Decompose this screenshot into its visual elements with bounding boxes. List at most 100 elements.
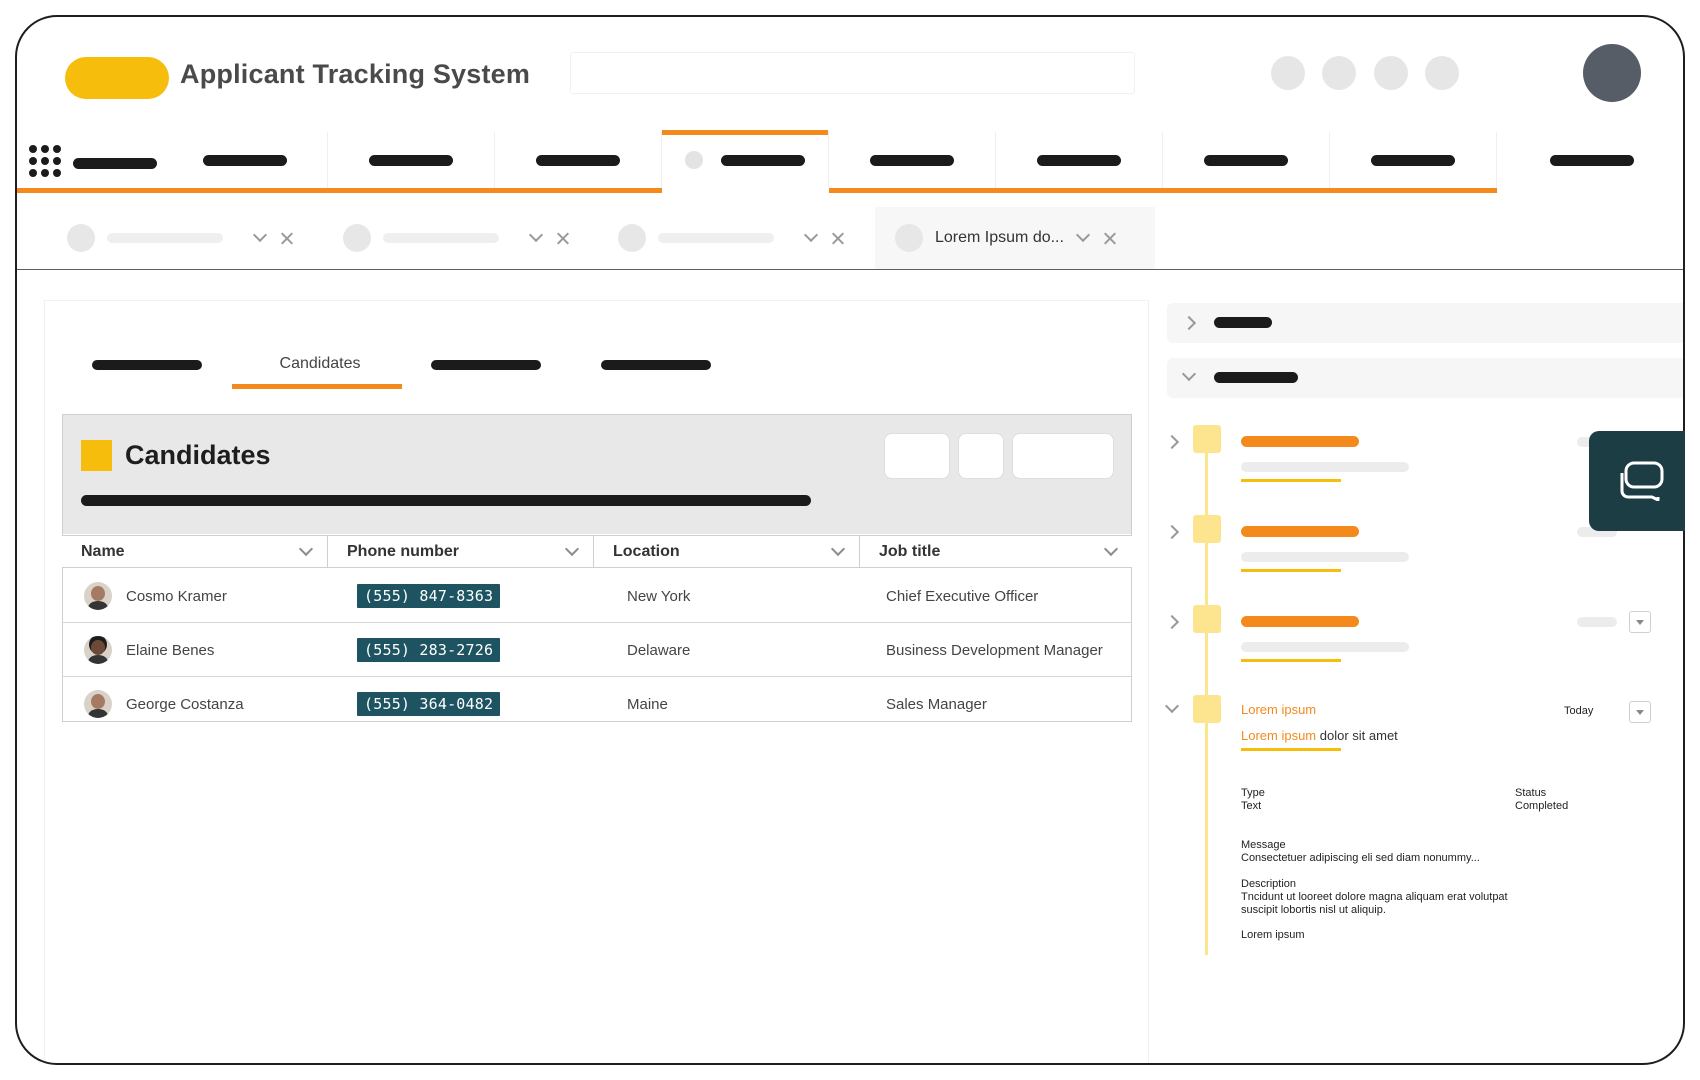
chevron-down-icon[interactable] (1164, 698, 1180, 714)
column-header-name[interactable]: Name (62, 535, 328, 568)
close-icon[interactable] (832, 232, 844, 244)
subtab-label: Lorem Ipsum do... (935, 229, 1064, 246)
nav-dot-icon (685, 151, 703, 169)
candidate-name[interactable]: George Costanza (126, 696, 244, 713)
job-title: Business Development Manager (886, 641, 1103, 659)
nav-item[interactable] (996, 132, 1163, 188)
timeline-entry-title[interactable]: Lorem ipsum (1241, 702, 1316, 717)
subtab-avatar (67, 224, 95, 252)
candidate-name[interactable]: Cosmo Kramer (126, 588, 227, 605)
nav-item[interactable] (495, 132, 662, 188)
search-input[interactable] (570, 52, 1135, 94)
table-row[interactable]: George Costanza (555) 364-0482 Maine Sal… (62, 677, 1132, 731)
header-action-icon[interactable] (1271, 56, 1305, 90)
timeline-node (1193, 515, 1221, 543)
nav-item-active[interactable] (662, 130, 829, 188)
divider (17, 269, 1683, 270)
candidates-subtitle (81, 495, 811, 506)
nav-underline (17, 188, 662, 193)
timeline-item-title[interactable] (1241, 436, 1359, 447)
subtab-avatar (895, 224, 923, 252)
nav-item[interactable] (829, 132, 996, 188)
close-icon[interactable] (1104, 232, 1116, 244)
job-title: Chief Executive Officer (886, 587, 1039, 605)
app-window: Applicant Tracking System Lorem Ipsum do… (15, 15, 1685, 1065)
table-row[interactable]: Elaine Benes (555) 283-2726 Delaware Bus… (62, 623, 1132, 677)
column-header-phone[interactable]: Phone number (328, 535, 594, 568)
logo[interactable] (65, 57, 169, 99)
column-header-job[interactable]: Job title (860, 535, 1132, 568)
panel-tab[interactable] (601, 360, 711, 370)
subtab-label (658, 233, 774, 243)
chevron-down-icon[interactable] (803, 227, 819, 243)
chevron-down-icon[interactable] (1181, 366, 1197, 382)
chevron-down-icon[interactable] (252, 227, 268, 243)
dropdown-toggle[interactable] (1629, 701, 1651, 723)
accordion-expanded[interactable] (1167, 358, 1683, 398)
accordion-collapsed[interactable] (1167, 303, 1683, 343)
field-type: Type Text (1241, 787, 1265, 812)
phone-number[interactable]: (555) 283-2726 (357, 638, 501, 662)
timeline-node (1193, 695, 1221, 723)
chevron-right-icon[interactable] (1164, 434, 1180, 450)
subtab[interactable] (343, 207, 613, 269)
chevron-right-icon[interactable] (1164, 614, 1180, 630)
phone-number[interactable]: (555) 364-0482 (357, 692, 501, 716)
timeline-item-title[interactable] (1241, 526, 1359, 537)
timeline-entry-subtitle: Lorem ipsum dolor sit amet (1241, 728, 1398, 743)
app-title: Applicant Tracking System (180, 59, 531, 89)
candidates-icon (81, 440, 112, 471)
column-header-location[interactable]: Location (594, 535, 860, 568)
subtab-label (107, 233, 223, 243)
field-message: Message Consectetuer adipiscing eli sed … (1241, 839, 1480, 864)
toolbar-button[interactable] (958, 433, 1004, 479)
toolbar-button[interactable] (884, 433, 950, 479)
location: New York (627, 587, 691, 605)
candidate-name[interactable]: Elaine Benes (126, 642, 214, 659)
subtab[interactable] (67, 207, 337, 269)
user-avatar[interactable] (1583, 44, 1641, 102)
avatar (84, 582, 112, 610)
nav-underline (829, 188, 1497, 193)
chevron-right-icon[interactable] (1164, 524, 1180, 540)
timeline-node (1193, 605, 1221, 633)
subtab[interactable] (618, 207, 888, 269)
chevron-down-icon[interactable] (564, 541, 580, 557)
subtab-avatar (618, 224, 646, 252)
panel-tab[interactable] (92, 360, 202, 370)
panel-tab[interactable] (431, 360, 541, 370)
header-action-icon[interactable] (1374, 56, 1408, 90)
chevron-down-icon[interactable] (298, 541, 314, 557)
chevron-right-icon[interactable] (1181, 315, 1197, 331)
nav-item[interactable] (1163, 132, 1330, 188)
nav-item[interactable] (1330, 132, 1497, 188)
nav-item[interactable] (1497, 132, 1683, 188)
close-icon[interactable] (281, 232, 293, 244)
header-action-icon[interactable] (1322, 56, 1356, 90)
timeline-item-title[interactable] (1241, 616, 1359, 627)
table-row[interactable]: Cosmo Kramer (555) 847-8363 New York Chi… (62, 569, 1132, 623)
nav-item[interactable] (328, 132, 495, 188)
field-status: Status Completed (1515, 787, 1569, 812)
chevron-down-icon[interactable] (1103, 541, 1119, 557)
close-icon[interactable] (557, 232, 569, 244)
chevron-down-icon[interactable] (1075, 227, 1091, 243)
location: Delaware (627, 641, 691, 659)
chevron-down-icon[interactable] (528, 227, 544, 243)
chat-button[interactable] (1589, 431, 1685, 531)
nav-item[interactable] (162, 132, 328, 188)
toolbar-button[interactable] (1012, 433, 1114, 479)
header-action-icon[interactable] (1425, 56, 1459, 90)
chat-bubbles-icon (1620, 461, 1664, 501)
field-footer: Lorem ipsum (1241, 929, 1305, 941)
panel-tab-underline (232, 384, 402, 389)
location: Maine (627, 695, 668, 713)
candidates-title: Candidates (125, 440, 271, 470)
phone-number[interactable]: (555) 847-8363 (357, 584, 501, 608)
subtab-open[interactable]: Lorem Ipsum do... (875, 207, 1155, 269)
panel-tab-candidates[interactable]: Candidates (235, 355, 405, 373)
job-title: Sales Manager (886, 695, 987, 713)
dropdown-toggle[interactable] (1629, 611, 1651, 633)
chevron-down-icon[interactable] (830, 541, 846, 557)
subtab-avatar (343, 224, 371, 252)
